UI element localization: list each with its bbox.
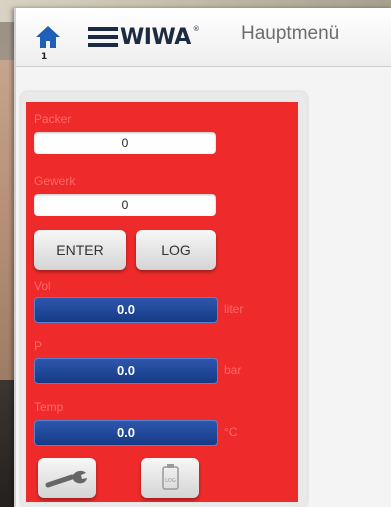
- log-button[interactable]: LOG: [136, 230, 216, 270]
- pressure-readout: 0.0: [34, 358, 218, 384]
- vol-unit: liter: [224, 302, 244, 316]
- top-bar: 1 WIWA ® Hauptmenü: [16, 8, 391, 67]
- temp-label: Temp: [34, 400, 64, 414]
- log-view-button[interactable]: LOG: [141, 458, 199, 498]
- enter-button[interactable]: ENTER: [34, 230, 126, 270]
- brand-logo: WIWA ®: [88, 24, 200, 50]
- control-panel: Packer 0 Gewerk 0 ENTER LOG Vol 0.0 lite…: [26, 102, 298, 502]
- wrench-icon: [45, 470, 87, 488]
- home-button[interactable]: [34, 24, 62, 50]
- log-clipboard-icon: LOG: [162, 464, 179, 490]
- page-title: Hauptmenü: [241, 23, 340, 44]
- pressure-label: P: [34, 339, 43, 353]
- gewerk-field[interactable]: 0: [34, 194, 216, 216]
- log-icon-text: LOG: [165, 478, 176, 484]
- home-badge: 1: [41, 52, 48, 62]
- pressure-unit: bar: [224, 363, 242, 377]
- vol-readout: 0.0: [34, 297, 218, 323]
- packer-field[interactable]: 0: [34, 132, 216, 154]
- settings-button[interactable]: [38, 458, 96, 498]
- packer-label: Packer: [34, 112, 72, 126]
- vol-label: Vol: [34, 279, 51, 293]
- brand-name: WIWA: [120, 24, 191, 50]
- registered-mark: ®: [192, 25, 200, 33]
- gewerk-label: Gewerk: [34, 174, 76, 188]
- temp-readout: 0.0: [34, 420, 218, 446]
- temp-unit: °C: [224, 425, 238, 439]
- home-icon: [36, 26, 60, 48]
- logo-lines-icon: [88, 27, 118, 47]
